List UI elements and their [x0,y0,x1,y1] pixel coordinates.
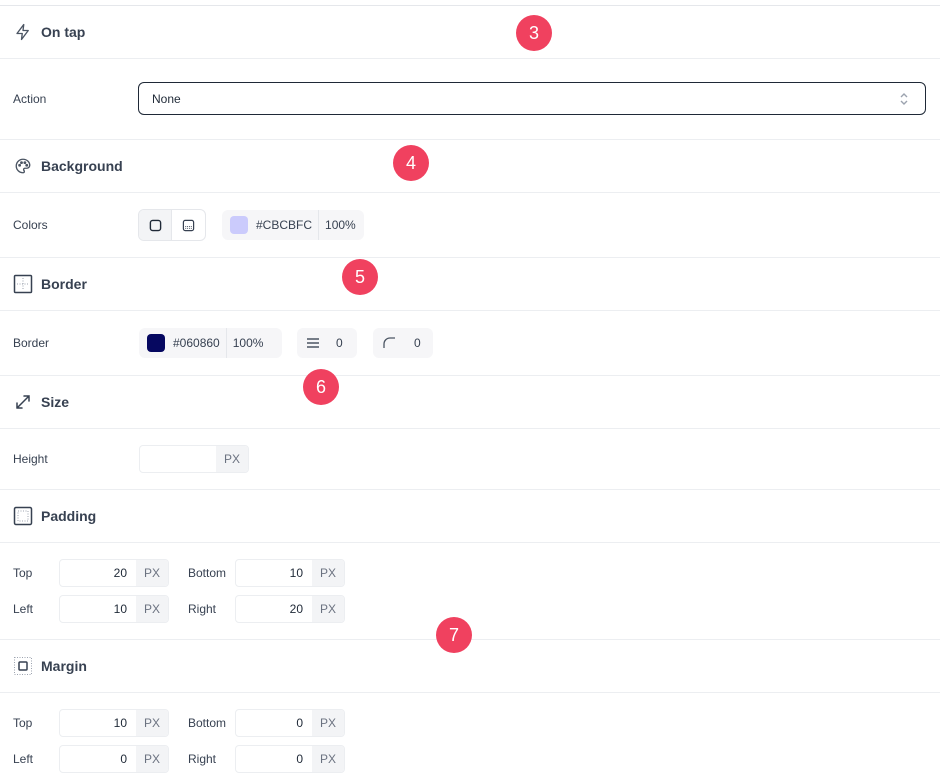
gradient-icon [182,219,195,231]
border-color-opacity[interactable]: 100% [225,328,272,358]
background-color-swatch[interactable] [230,216,248,234]
action-select-value: None [152,91,181,106]
padding-bottom-label: Bottom [188,566,227,580]
padding-top-label: Top [13,566,33,580]
background-color-hex: #CBCBFC [256,218,313,232]
padding-right-input[interactable]: 20 PX [235,595,345,623]
fill-type-toggle[interactable] [138,209,206,241]
padding-left-value[interactable]: 10 [60,596,136,622]
step-badge-3: 3 [516,15,552,51]
margin-left-label: Left [13,752,34,766]
divider [0,542,940,543]
margin-right-unit: PX [312,746,344,772]
border-label: Border [13,336,50,350]
margin-bottom-value[interactable]: 0 [236,710,312,736]
step-badge-5: 5 [342,259,378,295]
height-value[interactable] [140,446,216,472]
margin-bottom-unit: PX [312,710,344,736]
margin-top-input[interactable]: 10 PX [59,709,169,737]
divider [0,692,940,693]
height-label: Height [13,452,48,466]
margin-bottom-input[interactable]: 0 PX [235,709,345,737]
margin-title: Margin [41,658,87,674]
padding-bottom-value[interactable]: 10 [236,560,312,586]
step-badge-7: 7 [436,617,472,653]
margin-left-value[interactable]: 0 [60,746,136,772]
chevron-up-down-icon [900,93,908,105]
lightning-icon [13,22,33,42]
square-icon [149,219,161,231]
divider [0,192,940,193]
border-color-hex: #060860 [173,336,220,350]
margin-right-value[interactable]: 0 [236,746,312,772]
solid-fill-button[interactable] [139,210,173,240]
background-section-header[interactable]: Background [0,154,940,178]
border-radius-value: 0 [414,336,421,350]
resize-icon [13,392,33,412]
padding-top-unit: PX [136,560,168,586]
border-title: Border [41,276,87,292]
margin-icon [13,656,33,676]
padding-title: Padding [41,508,97,524]
divider [0,428,940,429]
divider [0,139,940,140]
padding-right-label: Right [188,602,217,616]
height-input[interactable]: PX [139,445,249,473]
padding-top-value[interactable]: 20 [60,560,136,586]
margin-section-header[interactable]: Margin [0,654,940,678]
background-title: Background [41,158,123,174]
height-unit: PX [216,446,248,472]
margin-left-input[interactable]: 0 PX [59,745,169,773]
divider [0,257,940,258]
background-color-opacity[interactable]: 100% [318,210,364,240]
divider [0,489,940,490]
margin-top-value[interactable]: 10 [60,710,136,736]
gradient-fill-button[interactable] [172,210,205,240]
border-icon [13,274,33,294]
corner-radius-icon [383,337,395,348]
divider [0,310,940,311]
on-tap-section-header[interactable]: On tap [0,20,940,44]
border-width-value: 0 [336,336,343,350]
border-section-header[interactable]: Border [0,272,940,296]
border-radius-input[interactable]: 0 [373,328,433,358]
top-divider [0,5,940,6]
padding-bottom-input[interactable]: 10 PX [235,559,345,587]
on-tap-title: On tap [41,24,86,40]
margin-right-input[interactable]: 0 PX [235,745,345,773]
padding-left-unit: PX [136,596,168,622]
background-color-picker[interactable]: #CBCBFC 100% [222,210,364,240]
border-color-picker[interactable]: #060860 100% [139,328,282,358]
margin-top-unit: PX [136,710,168,736]
border-color-swatch[interactable] [147,334,165,352]
step-badge-6: 6 [303,369,339,405]
action-label: Action [13,92,47,106]
size-section-header[interactable]: Size [0,390,940,414]
margin-bottom-label: Bottom [188,716,227,730]
padding-left-input[interactable]: 10 PX [59,595,169,623]
margin-top-label: Top [13,716,33,730]
padding-section-header[interactable]: Padding [0,504,940,528]
border-width-input[interactable]: 0 [297,328,357,358]
padding-icon [13,506,33,526]
palette-icon [13,156,33,176]
padding-bottom-unit: PX [312,560,344,586]
margin-left-unit: PX [136,746,168,772]
step-badge-4: 4 [393,145,429,181]
size-title: Size [41,394,70,410]
divider [0,58,940,59]
action-select[interactable]: None [138,82,926,115]
colors-label: Colors [13,218,48,232]
margin-right-label: Right [188,752,217,766]
line-weight-icon [307,338,319,348]
padding-right-value[interactable]: 20 [236,596,312,622]
padding-top-input[interactable]: 20 PX [59,559,169,587]
padding-right-unit: PX [312,596,344,622]
padding-left-label: Left [13,602,34,616]
divider [0,375,940,376]
